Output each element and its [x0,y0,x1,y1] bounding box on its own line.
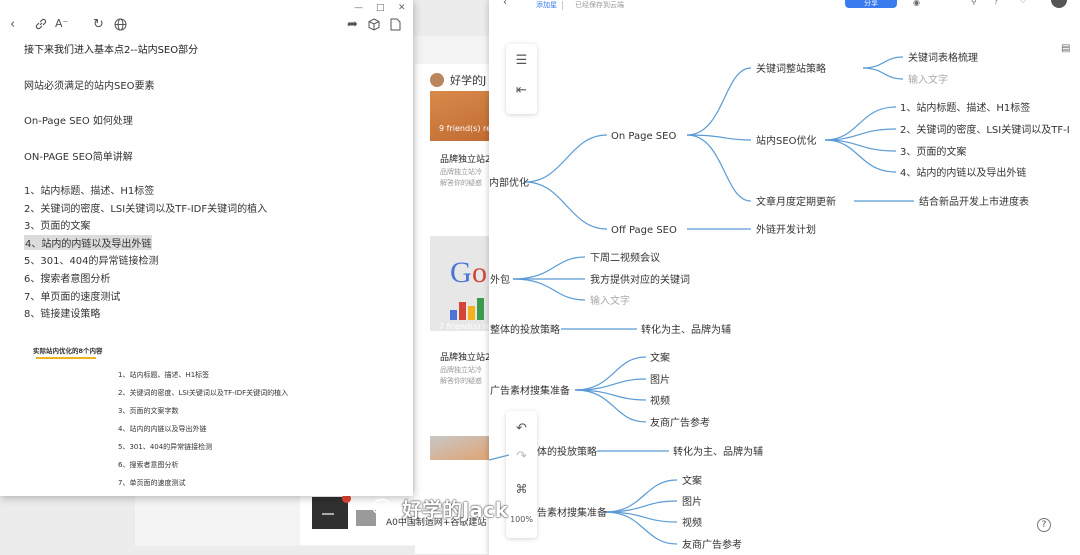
video-thumbnail [312,494,351,529]
link-icon[interactable] [34,17,48,31]
close-icon[interactable]: ✕ [398,3,406,13]
embedded-list-item: 4、站内的内链以及导出外链 [118,425,207,433]
note-list-item: 6、搜索者意图分析 [24,274,111,285]
mindmap-node[interactable]: 图片 [682,495,702,508]
mindmap-node[interactable]: 广告素材搜集准备 [490,384,570,397]
back-icon[interactable]: ‹ [10,17,15,32]
globe-icon[interactable] [114,18,127,31]
mindmap-node[interactable]: 友商广告参考 [650,416,710,429]
note-list-item: 8、链接建设策略 [24,309,101,320]
mindmap-node[interactable]: 内部优化 [489,176,529,189]
embedded-list-item: 5、301、404的异常链接检测 [118,443,213,451]
mindmap-node-placeholder[interactable]: 输入文字 [590,294,630,307]
mindmap-node[interactable]: 外包 [490,273,510,286]
embedded-list-item: 6、搜索者意图分析 [118,461,179,469]
mindmap-node[interactable]: 关键词整站策略 [756,62,826,75]
note-list-item: 3、页面的文案 [24,221,91,232]
feed-card-summary: 品牌独立站冷 [440,366,482,374]
google-logo-icon: o [472,256,487,289]
mindmap-node[interactable]: 视频 [682,516,702,529]
embedded-list-item: 7、单页面的速度测试 [118,479,186,487]
feed-card-stat: 9 friend(s) re [439,124,492,133]
note-list-item: 5、301、404的异常链接检测 [24,256,159,267]
feed-card-summary: 解答你的疑惑 [440,377,482,385]
mindmap-node[interactable]: 2、关键词的密度、LSI关键词以及TF-I [900,123,1070,136]
share-icon[interactable]: ➦ [347,17,358,32]
mindmap-node[interactable]: Off Page SEO [611,225,677,236]
mindmap-node[interactable]: 体的投放策略 [537,445,597,458]
wechat-icon [372,498,398,519]
feed-card-title[interactable]: 品牌独立站2 [440,350,491,363]
mindmap-window: ‹ 添加星 已经保存到云端 分享 ◉ ⚲ ? ♡ ☰ ⇤ ↶ ↷ ⌘ 100% … [489,0,1080,555]
bar-graphic [450,298,484,320]
mindmap-node[interactable]: On Page SEO [611,131,676,142]
mindmap-node[interactable]: 转化为主、品牌为辅 [641,323,731,336]
mindmap-node[interactable]: 告素材搜集准备 [537,506,607,519]
mindmap-node[interactable]: 友商广告参考 [682,538,742,551]
mindmap-node[interactable]: 文案 [682,474,702,487]
note-list-item: 7、单页面的速度测试 [24,292,121,303]
mindmap-node[interactable]: 文章月度定期更新 [756,195,836,208]
feed-card-stat: 7 friend(s) re [439,322,492,331]
mindmap-node[interactable]: 下周二视频会议 [590,251,660,264]
minimize-icon[interactable]: — [354,3,363,13]
mindmap-node[interactable]: 4、站内的内链以及导出外链 [900,166,1026,179]
embedded-list-item: 1、站内标题、描述、H1标签 [118,371,210,379]
mindmap-node[interactable]: 关键词表格梳理 [908,51,978,64]
branch-lines [489,56,914,545]
note-list-item: 1、站内标题、描述、H1标签 [24,186,155,197]
feed-card-summary: 品牌独立站冷 [440,168,482,176]
mindmap-node[interactable]: 3、页面的文案 [900,145,966,158]
notes-window: — □ ✕ ‹ A⁻ ↻ ➦ 接下来我们进入基本点2--站内SEO部分 网站必须… [0,0,413,496]
embedded-list-item: 3、页面的文案字数 [118,407,179,415]
maximize-icon[interactable]: □ [376,3,385,13]
mindmap-node[interactable]: 外链开发计划 [756,223,816,236]
refresh-icon[interactable]: ↻ [93,17,104,32]
mindmap-node[interactable]: 视频 [650,394,670,407]
background-feed: 好学的J 9 friend(s) re 品牌独立站2 品牌独立站冷 解答你的疑惑… [415,64,500,554]
mindmap-node[interactable]: 整体的投放策略 [490,323,560,336]
author-avatar [430,73,444,87]
note-list-item-selected[interactable]: 4、站内的内链以及导出外链 [24,235,153,250]
mindmap-node-placeholder[interactable]: 输入文字 [908,73,948,86]
note-list-item: 2、关键词的密度、LSI关键词以及TF-IDF关键词的植入 [24,204,268,215]
mindmap-node[interactable]: 我方提供对应的关键词 [590,273,690,286]
package-icon[interactable] [368,18,380,31]
feed-card-summary: 解答你的疑惑 [440,179,482,187]
note-paragraph: ON-PAGE SEO简单讲解 [24,152,133,163]
embedded-list-item: 2、关键词的密度、LSI关键词以及TF-IDF关键词的植入 [118,389,289,397]
feed-author[interactable]: 好学的J [430,72,486,88]
help-button[interactable]: ? [1037,518,1051,532]
mindmap-node[interactable]: 结合新品开发上市进度表 [919,195,1029,208]
feed-card-title[interactable]: 品牌独立站2 [440,152,491,165]
note-heading: 接下来我们进入基本点2--站内SEO部分 [24,45,199,56]
mindmap-node[interactable]: 转化为主、品牌为辅 [673,445,763,458]
note-paragraph: 网站必须满足的站内SEO要素 [24,81,155,92]
mindmap-node[interactable]: 站内SEO优化 [756,134,817,147]
file-icon[interactable] [389,18,401,31]
embedded-image-caption: 实际站内优化的8个内容 [33,347,103,355]
mindmap-node[interactable]: 文案 [650,351,670,364]
caption-underline [36,357,96,359]
watermark: 好学的Jack [372,494,508,523]
mindmap-node[interactable]: 图片 [650,373,670,386]
google-logo-icon: G [450,256,472,289]
note-paragraph: On-Page SEO 如何处理 [24,116,133,127]
font-icon[interactable]: A⁻ [55,17,68,30]
mindmap-canvas: 内部优化 On Page SEO Off Page SEO 关键词整站策略 关键… [489,51,1070,551]
mindmap-node[interactable]: 1、站内标题、描述、H1标签 [900,101,1030,114]
author-name: 好学的J [450,74,487,87]
watermark-text: 好学的Jack [402,498,509,522]
